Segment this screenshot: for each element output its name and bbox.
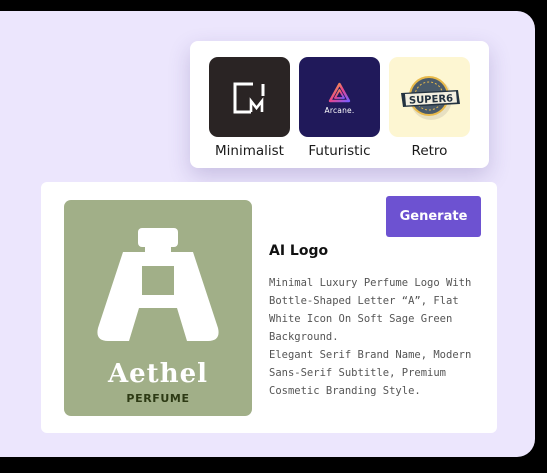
logo-title: AI Logo <box>269 243 329 259</box>
style-label: Minimalist <box>215 143 284 159</box>
style-label: Futuristic <box>308 143 371 159</box>
style-picker: Minimalist Arcane. Futuristic SUPER6 Ret… <box>190 41 489 168</box>
retro-badge-icon: SUPER6 <box>401 76 460 120</box>
description-paragraph: Elegant Serif Brand Name, Modern Sans-Se… <box>269 349 472 397</box>
generated-logo-card: Aethel PERFUME Generate AI Logo Minimal … <box>41 182 497 433</box>
style-option-retro[interactable]: SUPER6 Retro <box>389 57 470 161</box>
brand-name: Aethel <box>107 359 209 389</box>
style-option-futuristic[interactable]: Arcane. Futuristic <box>299 57 380 161</box>
logo-description: Minimal Luxury Perfume Logo With Bottle-… <box>269 274 491 400</box>
style-thumbnail-minimalist <box>209 57 290 137</box>
background-panel: Minimalist Arcane. Futuristic SUPER6 Ret… <box>0 11 535 457</box>
brand-subtitle: PERFUME <box>126 392 190 405</box>
generate-button[interactable]: Generate <box>386 196 481 237</box>
style-label: Retro <box>411 143 448 159</box>
style-thumbnail-futuristic: Arcane. <box>299 57 380 137</box>
description-paragraph: Minimal Luxury Perfume Logo With Bottle-… <box>269 277 472 343</box>
logo-preview: Aethel PERFUME <box>64 200 252 416</box>
arcane-triangle-icon <box>328 82 351 103</box>
style-thumbnail-retro: SUPER6 <box>389 57 470 137</box>
minimalist-logo-icon <box>233 82 265 114</box>
arcane-logo-text: Arcane. <box>324 106 355 115</box>
style-option-minimalist[interactable]: Minimalist <box>209 57 290 161</box>
retro-logo-text: SUPER6 <box>409 93 454 106</box>
